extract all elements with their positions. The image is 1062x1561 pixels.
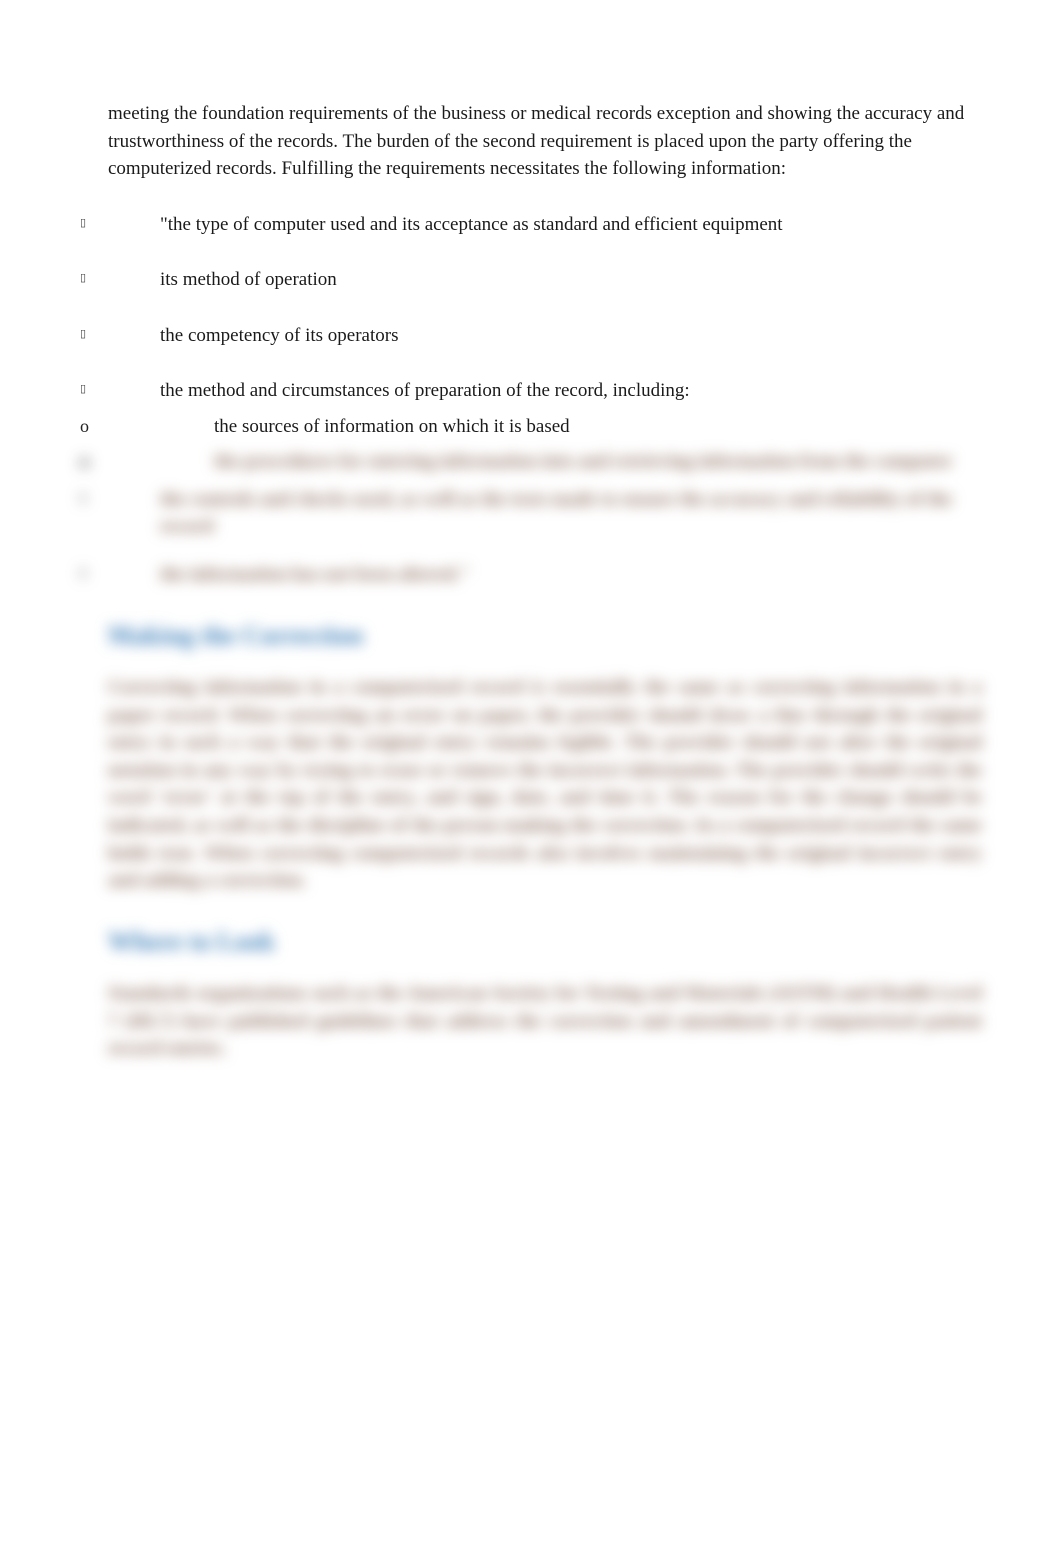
sub-list-item: the sources of information on which it i… — [80, 413, 982, 441]
obscured-sub-item: the procedures for entering information … — [80, 448, 982, 476]
obscured-list-item: the information has not been altered." — [80, 561, 982, 589]
list-item: its method of operation — [80, 266, 982, 294]
list-item: "the type of computer used and its accep… — [80, 211, 982, 239]
intro-paragraph: meeting the foundation requirements of t… — [108, 100, 982, 183]
sub-requirements-list: the sources of information on which it i… — [80, 413, 982, 441]
obscured-paragraph: Standards organizations such as the Amer… — [108, 980, 982, 1063]
list-item: the method and circumstances of preparat… — [80, 377, 982, 405]
list-item: the competency of its operators — [80, 322, 982, 350]
requirements-list: "the type of computer used and its accep… — [80, 211, 982, 405]
obscured-heading: Where to Look — [108, 923, 982, 961]
obscured-sub-item: the controls and checks used, as well as… — [80, 486, 982, 541]
obscured-content: the procedures for entering information … — [80, 448, 982, 1063]
obscured-heading: Making the Correction — [108, 617, 982, 655]
obscured-paragraph: Correcting information in a computerized… — [108, 674, 982, 894]
